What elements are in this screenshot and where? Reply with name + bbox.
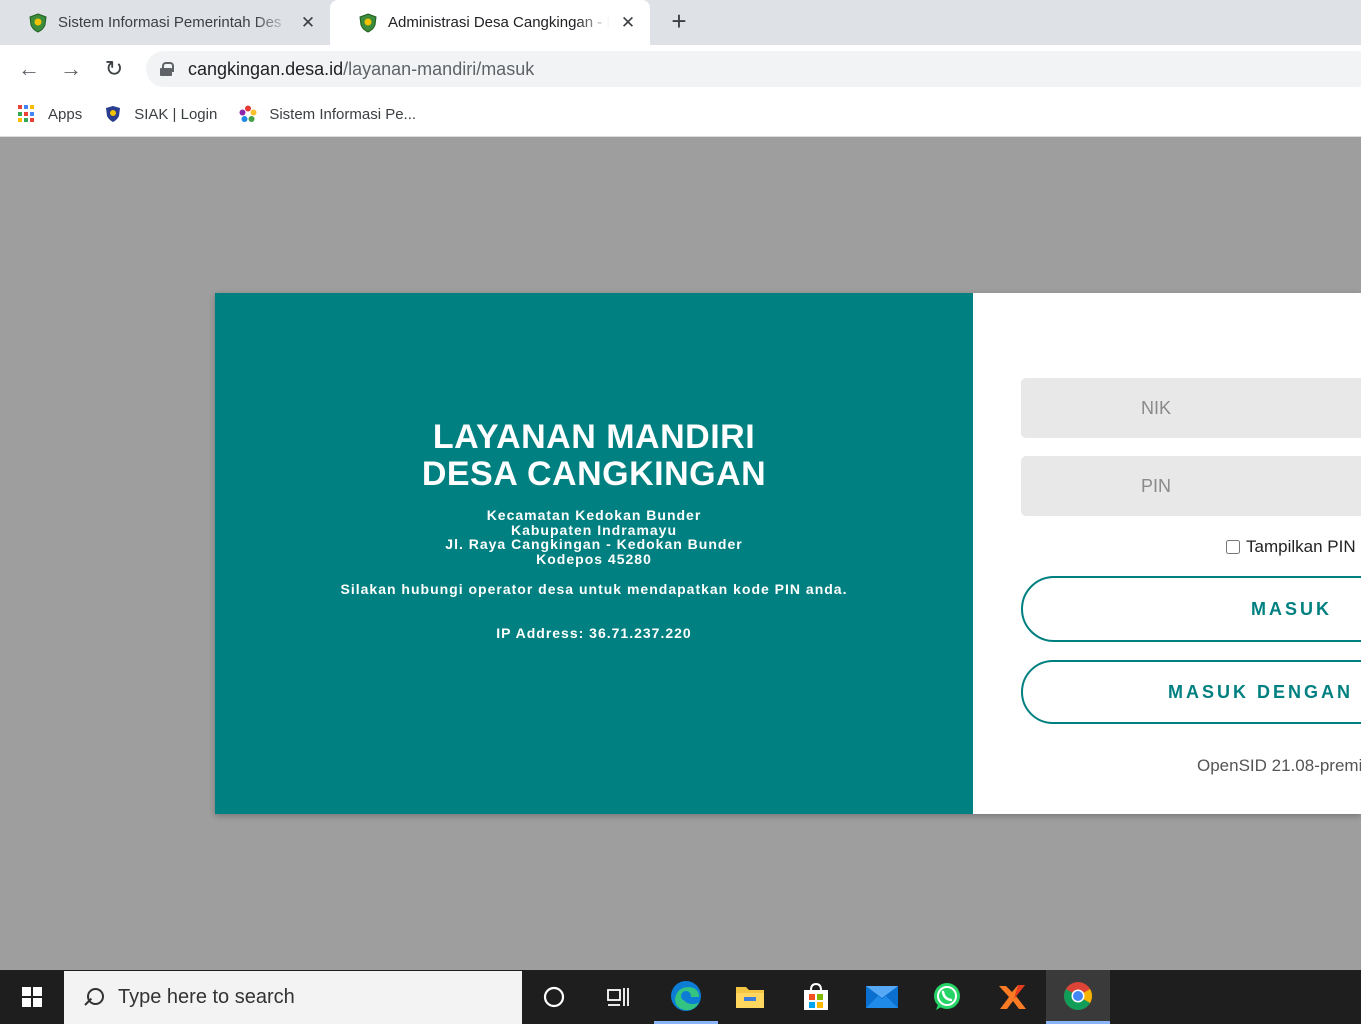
show-pin-label: Tampilkan PIN [1246, 537, 1356, 556]
tab-close-icon[interactable]: ✕ [618, 13, 638, 33]
apps-grid-icon [18, 105, 36, 123]
login-form: Tampilkan PIN MASUK MASUK DENGAN E OpenS… [973, 293, 1361, 814]
masuk-button[interactable]: MASUK [1021, 576, 1361, 642]
url-path: /layanan-mandiri/masuk [343, 58, 535, 79]
chrome-icon[interactable] [1046, 970, 1110, 1024]
taskbar-search[interactable]: Type here to search [64, 971, 522, 1024]
pin-note: Silakan hubungi operator desa untuk mend… [340, 581, 848, 597]
whatsapp-icon[interactable] [915, 970, 979, 1024]
bookmark-label: Apps [48, 105, 83, 123]
page-title: LAYANAN MANDIRI DESA CANGKINGAN [215, 419, 973, 493]
tab-title: Sistem Informasi Pemerintah Des [58, 14, 282, 31]
village-emblem-icon [29, 12, 47, 33]
pin-input[interactable] [1021, 456, 1361, 516]
tab-administrasi-desa[interactable]: Administrasi Desa Cangkingan - L ✕ [330, 0, 650, 45]
start-button[interactable] [0, 970, 64, 1024]
title-line-2: DESA CANGKINGAN [421, 455, 767, 493]
ip-address: IP Address: 36.71.237.220 [496, 625, 692, 641]
tab-strip: Sistem Informasi Pemerintah Des ✕ Admini… [0, 0, 1361, 45]
xampp-icon[interactable] [980, 970, 1044, 1024]
title-line-1: LAYANAN MANDIRI [432, 418, 756, 456]
cortana-icon[interactable] [522, 970, 586, 1024]
search-placeholder: Type here to search [118, 986, 295, 1008]
village-emblem-icon [359, 12, 377, 33]
new-tab-button[interactable]: + [666, 8, 692, 36]
show-pin-checkbox[interactable] [1226, 540, 1240, 554]
browser-toolbar: ← → ↻ cangkingan.desa.id/layanan-mandiri… [0, 45, 1361, 92]
tab-close-icon[interactable]: ✕ [298, 13, 318, 33]
tab-sistem-informasi[interactable]: Sistem Informasi Pemerintah Des ✕ [0, 0, 330, 45]
mail-icon[interactable] [850, 970, 914, 1024]
bookmark-label: SIAK | Login [134, 105, 218, 123]
masuk-ektp-button[interactable]: MASUK DENGAN E [1021, 660, 1361, 724]
show-pin-toggle[interactable]: Tampilkan PIN [1226, 537, 1356, 557]
search-icon [84, 987, 104, 1008]
url-host: cangkingan.desa.id [188, 58, 344, 79]
emblem-icon [106, 106, 121, 122]
windows-taskbar: Type here to search [0, 970, 1361, 1024]
forward-arrow-icon[interactable]: → [57, 55, 85, 83]
address-line: Jl. Raya Cangkingan - Kedokan Bunder [445, 536, 743, 552]
back-arrow-icon[interactable]: ← [15, 55, 43, 83]
address-line: Kecamatan Kedokan Bunder [486, 507, 702, 523]
bookmark-label: Sistem Informasi Pe... [269, 105, 417, 123]
file-explorer-icon[interactable] [718, 970, 782, 1024]
village-address: Kecamatan Kedokan Bunder Kabupaten Indra… [215, 508, 973, 566]
address-line: Kodepos 45280 [536, 550, 652, 567]
bookmarks-bar: Apps SIAK | Login Sistem Informasi Pe... [0, 92, 1361, 137]
address-line: Kabupaten Indramayu [510, 521, 678, 538]
bookmark-siak-login[interactable]: SIAK | Login [104, 105, 217, 123]
task-view-icon[interactable] [586, 970, 650, 1024]
lock-icon[interactable] [160, 62, 174, 76]
edge-icon[interactable] [654, 970, 718, 1024]
bookmark-sistem-informasi[interactable]: Sistem Informasi Pe... [239, 105, 416, 123]
bookmark-apps[interactable]: Apps [18, 105, 82, 123]
login-card: LAYANAN MANDIRI DESA CANGKINGAN Kecamata… [215, 293, 1361, 814]
address-bar[interactable]: cangkingan.desa.id/layanan-mandiri/masuk [146, 51, 1361, 87]
url-text: cangkingan.desa.id/layanan-mandiri/masuk [188, 59, 534, 80]
tab-title: Administrasi Desa Cangkingan - L [388, 14, 610, 31]
colorful-flower-icon [239, 105, 257, 122]
microsoft-store-icon[interactable] [784, 970, 848, 1024]
windows-logo-icon [22, 987, 42, 1007]
info-panel: LAYANAN MANDIRI DESA CANGKINGAN Kecamata… [215, 293, 973, 814]
reload-icon[interactable]: ↻ [100, 55, 128, 83]
version-text: OpenSID 21.08-premi [1197, 756, 1361, 775]
nik-input[interactable] [1021, 378, 1361, 438]
